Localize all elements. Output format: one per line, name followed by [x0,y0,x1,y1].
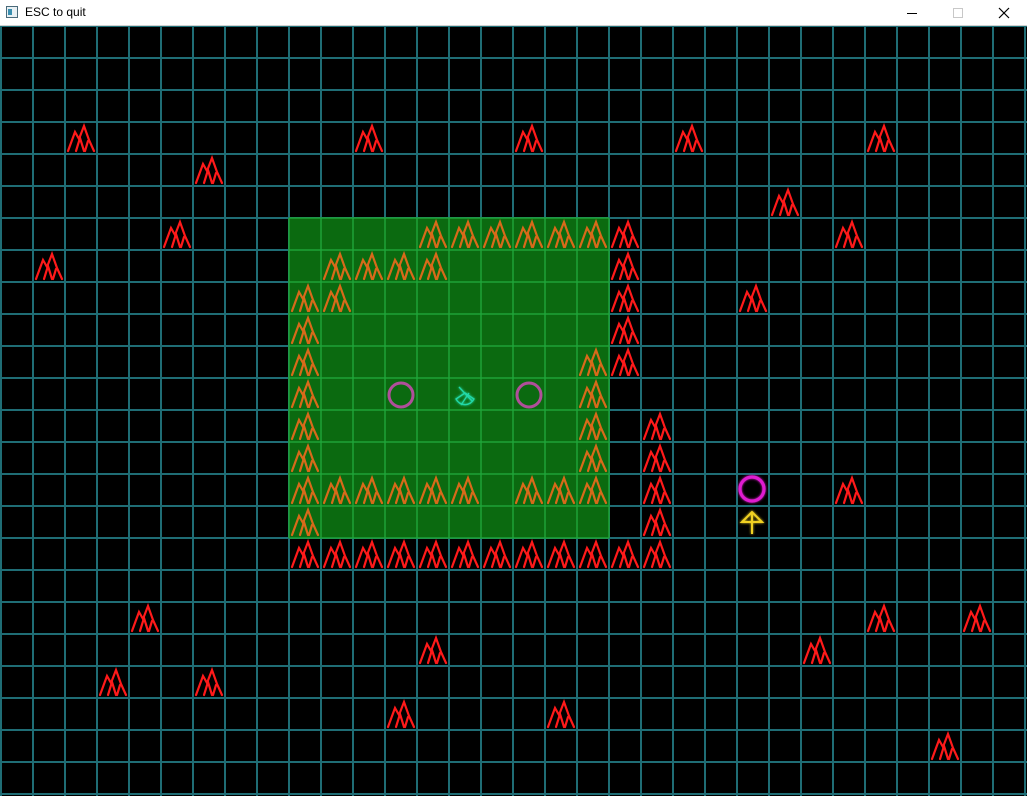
orange-mountain-icon [578,378,608,409]
red-mountain-icon [450,538,480,569]
orange-mountain-icon [290,378,320,409]
orange-mountain-icon [578,218,608,249]
red-mountain-icon [386,698,416,729]
orange-mountain-icon [578,346,608,377]
close-button[interactable] [981,0,1027,25]
orange-mountain-icon [290,410,320,441]
maximize-button[interactable] [935,0,981,25]
red-mountain-icon [34,250,64,281]
red-mountain-icon [610,538,640,569]
orange-mountain-icon [578,410,608,441]
red-mountain-icon [866,602,896,633]
window-title: ESC to quit [25,5,86,19]
red-mountain-icon [514,122,544,153]
red-mountain-icon [610,282,640,313]
red-mountain-icon [770,186,800,217]
red-mountain-icon [674,122,704,153]
orange-mountain-icon [290,442,320,473]
orange-mountain-icon [546,474,576,505]
minimize-icon [907,12,917,14]
red-mountain-icon [546,538,576,569]
orange-mountain-icon [450,474,480,505]
minimize-button[interactable] [889,0,935,25]
red-mountain-icon [354,122,384,153]
orange-mountain-icon [418,218,448,249]
orange-mountain-icon [290,314,320,345]
player-arrow-icon[interactable] [739,510,765,534]
red-mountain-icon [194,154,224,185]
red-mountain-icon [162,218,192,249]
game-canvas[interactable] [0,26,1027,796]
red-mountain-icon [930,730,960,761]
orange-mountain-icon [290,282,320,313]
red-mountain-icon [834,218,864,249]
orange-mountain-icon [354,250,384,281]
red-mountain-icon [642,538,672,569]
red-mountain-icon [610,250,640,281]
orange-mountain-icon [418,474,448,505]
red-mountain-icon [322,538,352,569]
red-mountain-icon [290,538,320,569]
red-mountain-icon [642,506,672,537]
orange-mountain-icon [322,250,352,281]
orange-mountain-icon [546,218,576,249]
red-mountain-icon [482,538,512,569]
app-window-icon [6,6,18,18]
orange-mountain-icon [386,474,416,505]
red-mountain-icon [514,538,544,569]
orange-mountain-icon [322,282,352,313]
orange-mountain-icon [514,474,544,505]
red-mountain-icon [194,666,224,697]
orange-mountain-icon [482,218,512,249]
game-board[interactable] [0,26,1027,796]
red-mountain-icon [610,314,640,345]
orange-mountain-icon [290,474,320,505]
orange-mountain-icon [354,474,384,505]
red-mountain-icon [834,474,864,505]
orange-mountain-icon [290,346,320,377]
red-mountain-icon [354,538,384,569]
red-mountain-icon [418,538,448,569]
red-mountain-icon [962,602,992,633]
red-mountain-icon [642,442,672,473]
red-mountain-icon [386,538,416,569]
orange-mountain-icon [578,474,608,505]
close-icon [998,7,1010,18]
red-mountain-icon [98,666,128,697]
maximize-icon [953,7,963,18]
red-mountain-icon [418,634,448,665]
orange-mountain-icon [322,474,352,505]
red-mountain-icon [610,346,640,377]
red-mountain-icon [642,474,672,505]
red-mountain-icon [866,122,896,153]
red-mountain-icon [738,282,768,313]
red-mountain-icon [130,602,160,633]
red-mountain-icon [578,538,608,569]
orange-mountain-icon [386,250,416,281]
orange-mountain-icon [290,506,320,537]
red-mountain-icon [610,218,640,249]
window-titlebar[interactable]: ESC to quit [0,0,1027,26]
red-mountain-icon [66,122,96,153]
player-ring-icon[interactable] [738,475,766,503]
red-mountain-icon [642,410,672,441]
orange-mountain-icon [514,218,544,249]
orange-mountain-icon [450,218,480,249]
red-mountain-icon [546,698,576,729]
orange-mountain-icon [418,250,448,281]
red-mountain-icon [802,634,832,665]
orange-mountain-icon [578,442,608,473]
